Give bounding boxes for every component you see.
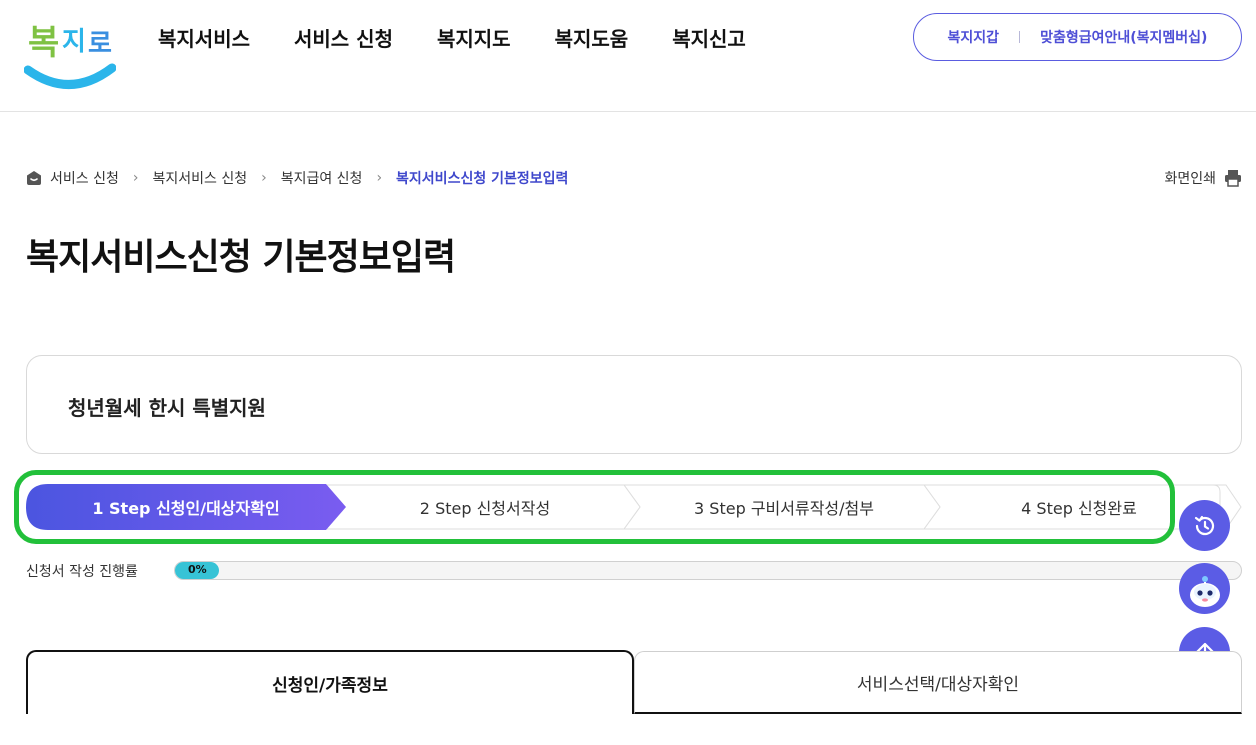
steps-highlight-frame xyxy=(14,470,1175,544)
progress-fill: 0% xyxy=(175,562,219,579)
tab-service-select[interactable]: 서비스선택/대상자확인 xyxy=(634,651,1242,714)
history-icon xyxy=(1194,515,1214,535)
breadcrumb-current: 복지서비스신청 기본정보입력 xyxy=(396,171,569,187)
breadcrumb-item[interactable]: 서비스 신청 xyxy=(50,168,119,188)
util-links: 복지지갑 맞춤형급여안내(복지멤버십) xyxy=(913,13,1242,61)
chevron-right-icon: › xyxy=(261,170,267,186)
welfare-wallet-link[interactable]: 복지지갑 xyxy=(948,27,1000,47)
svg-text:지: 지 xyxy=(62,27,86,57)
site-logo[interactable]: 복 지 로 xyxy=(23,8,117,94)
breadcrumb-item[interactable]: 복지급여 신청 xyxy=(281,168,363,188)
tab-applicant-family[interactable]: 신청인/가족정보 xyxy=(26,650,634,714)
chatbot-button[interactable] xyxy=(1179,563,1230,614)
print-label: 화면인쇄 xyxy=(1164,171,1216,187)
util-divider xyxy=(1019,31,1021,43)
main-nav: 복지서비스 서비스 신청 복지지도 복지도움 복지신고 xyxy=(158,24,790,54)
chatbot-mascot-icon xyxy=(1189,575,1220,607)
recent-history-button[interactable] xyxy=(1179,500,1230,551)
site-header: 복 지 로 복지서비스 서비스 신청 복지지도 복지도움 복지신고 복지지갑 맞… xyxy=(0,0,1256,112)
home-icon xyxy=(27,171,41,185)
breadcrumb-item[interactable]: 복지서비스 신청 xyxy=(152,168,247,188)
nav-welfare-report[interactable]: 복지신고 xyxy=(672,24,746,54)
print-button[interactable]: 화면인쇄 xyxy=(1164,166,1242,190)
nav-welfare-help[interactable]: 복지도움 xyxy=(555,24,629,54)
progress-bar: 0% xyxy=(174,561,1242,580)
chevron-right-icon: › xyxy=(376,170,383,186)
svg-text:로: 로 xyxy=(88,29,112,59)
service-name: 청년월세 한시 특별지원 xyxy=(68,396,266,420)
service-info-box: 청년월세 한시 특별지원 xyxy=(26,355,1242,454)
progress-label: 신청서 작성 진행률 xyxy=(26,564,138,580)
nav-welfare-service[interactable]: 복지서비스 xyxy=(158,24,250,54)
logo-mark-icon: 복 지 로 xyxy=(23,23,117,89)
page-title: 복지서비스신청 기본정보입력 xyxy=(26,237,456,278)
breadcrumb: 서비스 신청 › 복지서비스 신청 › 복지급여 신청 › 복지서비스신청 기본… xyxy=(26,166,568,190)
welfare-membership-link[interactable]: 맞춤형급여안내(복지멤버십) xyxy=(1040,27,1207,47)
nav-welfare-map[interactable]: 복지지도 xyxy=(437,24,511,54)
svg-text:복: 복 xyxy=(28,23,59,63)
progress-value: 0% xyxy=(188,563,207,576)
nav-service-apply[interactable]: 서비스 신청 xyxy=(294,24,393,54)
printer-icon xyxy=(1225,170,1241,187)
chevron-right-icon: › xyxy=(132,170,139,186)
